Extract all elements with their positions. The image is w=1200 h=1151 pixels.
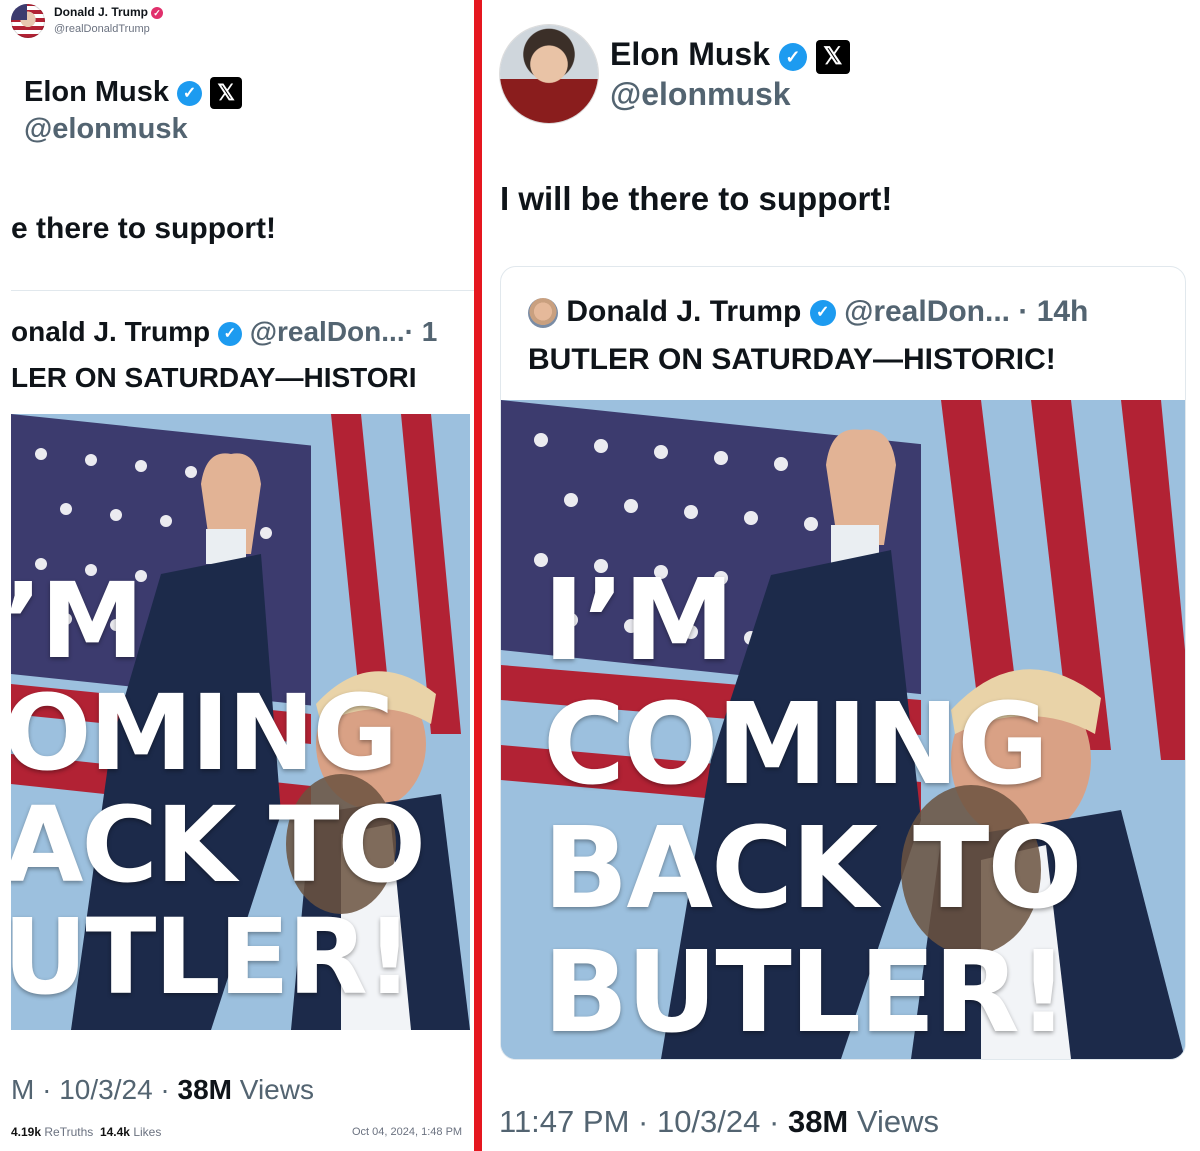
quoted-time: 14h [1036,295,1089,328]
left-screenshot-truth-social: Donald J. Trump ✓ @realDonaldTrump Elon M… [0,0,474,1151]
poster-line-3: BACK TO [543,804,1083,934]
embedded-author-name-text: Elon Musk [24,76,170,108]
quote-card[interactable]: Donald J. Trump ✓ @realDon... · 14h BUTL… [500,266,1186,1060]
poster-line-2: OMING [11,672,398,794]
poster-line-1: ’M [11,560,144,682]
trump-avatar[interactable] [11,4,45,38]
author-name-text: Elon Musk [610,36,771,72]
views-count: 38M [177,1074,232,1105]
quoted-author-name: onald J. Trump [11,316,211,347]
trump-mini-avatar [528,298,558,329]
views-label: Views [239,1074,314,1105]
timestamp-date: 10/3/24 [59,1074,153,1105]
truth-stats: 4.19k ReTruths 14.4k Likes [11,1125,161,1139]
quote-card-border [11,290,474,291]
verified-icon: ✓ [151,6,164,19]
poster-line-4: BUTLER! [543,928,1069,1058]
verified-icon: ✓ [177,80,203,106]
poster-line-2: COMING [543,680,1049,810]
verified-icon: ✓ [217,321,242,346]
author-name[interactable]: Elon Musk ✓ 𝕏 [610,36,850,74]
timestamp-time: M [11,1074,35,1105]
truth-author-name[interactable]: Donald J. Trump ✓ [54,5,164,19]
right-screenshot-x-post: Elon Musk ✓ 𝕏 @elonmusk I will be there … [482,0,1200,1151]
x-logo-icon: 𝕏 [210,77,243,110]
views-label: Views [856,1104,940,1139]
butler-poster-image[interactable]: ’M OMING ACK TO UTLER! [11,414,470,1030]
poster-line-3: ACK TO [11,784,426,906]
verified-icon: ✓ [809,300,836,327]
quoted-author-handle: @realDon... [844,295,1011,328]
embedded-author-name: Elon Musk ✓ 𝕏 [24,76,243,110]
timestamp-date: 10/3/24 [656,1104,761,1139]
embedded-timestamp: M · 10/3/24 · 38M Views [11,1074,314,1105]
quoted-text: BUTLER ON SATURDAY—HISTORIC! [528,343,1056,376]
timestamp-time: 11:47 PM [499,1104,630,1139]
poster-line-4: UTLER! [11,896,413,1018]
likes-count: 14.4k [99,1125,130,1139]
embedded-author-handle: @elonmusk [24,113,188,145]
quoted-author-handle: @realDon... [249,316,405,347]
likes-label[interactable]: Likes [133,1125,161,1139]
embedded-quoted-text: LER ON SATURDAY—HISTORI [11,362,417,393]
truth-author-name-text: Donald J. Trump [54,5,149,19]
views-count: 38M [787,1104,849,1139]
embedded-quoted-header: onald J. Trump ✓ @realDon...· 1 [11,316,437,348]
truth-post-date[interactable]: Oct 04, 2024, 1:48 PM [352,1126,462,1138]
verified-icon: ✓ [778,42,807,71]
truth-author-handle[interactable]: @realDonaldTrump [54,23,150,35]
quoted-author-name: Donald J. Trump [566,295,802,328]
author-handle[interactable]: @elonmusk [610,76,791,113]
retruths-label[interactable]: ReTruths [44,1125,93,1139]
butler-poster-image[interactable]: I’M COMING BACK TO BUTLER! [501,400,1185,1059]
red-divider [474,0,482,1151]
elon-avatar[interactable] [500,25,598,123]
quoted-time: · 1 [404,316,438,347]
quoted-header: Donald J. Trump ✓ @realDon... · 14h [528,295,1088,329]
x-logo-icon: 𝕏 [815,39,850,74]
embedded-post-text: e there to support! [11,212,277,245]
post-text: I will be there to support! [500,180,893,217]
poster-line-1: I’M [543,556,735,686]
post-timestamp[interactable]: 11:47 PM · 10/3/24 · 38M Views [499,1104,939,1140]
retruths-count: 4.19k [11,1125,42,1139]
